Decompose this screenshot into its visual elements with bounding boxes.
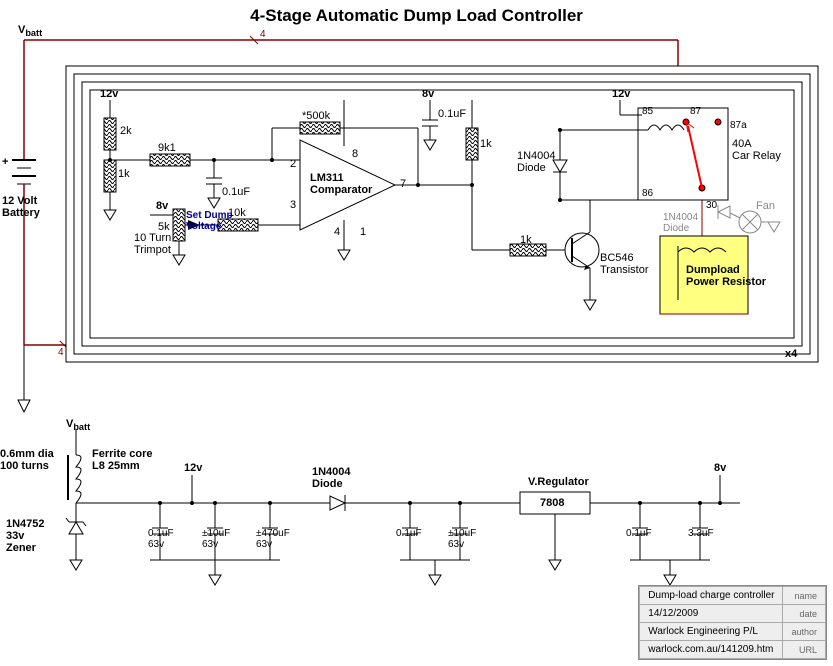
pin8: 8 <box>352 148 358 160</box>
c-01-a: 0.1uF <box>222 186 250 198</box>
vbatt2: Vbatt <box>66 418 90 432</box>
tb-name: Dump-load charge controller <box>640 587 783 605</box>
v8-mid: 8v <box>422 88 434 100</box>
transistor: BC546 Transistor <box>600 252 649 276</box>
c3: ±470uF 63v <box>256 528 290 550</box>
rail-bot-tick: 4 <box>58 347 64 358</box>
c6: 0.1uF <box>626 528 652 539</box>
c1: 0.1uF 63v <box>148 528 174 550</box>
inductor: Ferrite core L8 25mm <box>92 448 153 472</box>
r-1k-b: 1k <box>480 138 492 150</box>
r-9k1: 9k1 <box>158 142 176 154</box>
v12-right: 12v <box>612 88 630 100</box>
battery-name: 12 Volt Battery <box>2 195 40 219</box>
relay: 40A Car Relay <box>732 138 781 162</box>
pin87: 87 <box>690 106 701 117</box>
tb-auth: Warlock Engineering P/L <box>640 623 783 641</box>
fan: Fan <box>756 200 775 212</box>
pin4: 4 <box>334 226 340 238</box>
c2: ±10uF 63v <box>202 528 230 550</box>
c4: 0.1uF <box>396 528 422 539</box>
wire-spec: 0.6mm dia 100 turns <box>0 448 54 472</box>
diode-b: 1N4004 Diode <box>663 212 698 234</box>
r-1k-a: 1k <box>118 168 130 180</box>
psu-diode: 1N4004 Diode <box>312 466 351 490</box>
tb-date: 14/12/2009 <box>640 605 783 623</box>
tb-url: warlock.com.au/141209.htm <box>640 641 783 659</box>
pin87a: 87a <box>730 120 747 131</box>
r-500k: *500k <box>302 110 330 122</box>
pin30: 30 <box>706 200 717 211</box>
v8-left: 8v <box>156 200 168 212</box>
vreg-label: V.Regulator <box>528 476 589 488</box>
pin2: 2 <box>290 158 296 170</box>
v12-left: 12v <box>100 88 118 100</box>
battery-plus: + <box>2 156 8 168</box>
diode-a: 1N4004 Diode <box>517 150 556 174</box>
pin86: 86 <box>642 188 653 199</box>
c5: ±10uF 63v <box>448 528 476 550</box>
schematic-svg <box>0 0 833 666</box>
trimpot: 10 Turn Trimpot <box>134 232 171 256</box>
r-1k-c: 1k <box>520 234 532 246</box>
rail-top-tick: 4 <box>260 29 266 40</box>
trimpot-val: 5k <box>158 221 170 233</box>
pin7: 7 <box>400 178 406 190</box>
psu-12v: 12v <box>184 462 202 474</box>
r-2k: 2k <box>120 125 132 137</box>
set-dump-label: Set Dump Voltage <box>186 210 233 232</box>
zener: 1N4752 33v Zener <box>6 518 45 554</box>
psu-8v: 8v <box>714 462 726 474</box>
titleblock: Dump-load charge controllername 14/12/20… <box>638 585 827 660</box>
vbatt-label: Vbatt <box>18 24 42 38</box>
x4: x4 <box>785 348 797 360</box>
r-10k: 10k <box>228 207 246 219</box>
vreg: 7808 <box>540 497 564 509</box>
comparator: LM311 Comparator <box>310 172 372 196</box>
pin85: 85 <box>642 106 653 117</box>
c7: 3.3uF <box>688 528 714 539</box>
pin3: 3 <box>290 199 296 211</box>
dumpload: Dumpload Power Resistor <box>686 264 766 288</box>
pin1: 1 <box>360 226 366 238</box>
c-01-b: 0.1uF <box>438 108 466 120</box>
